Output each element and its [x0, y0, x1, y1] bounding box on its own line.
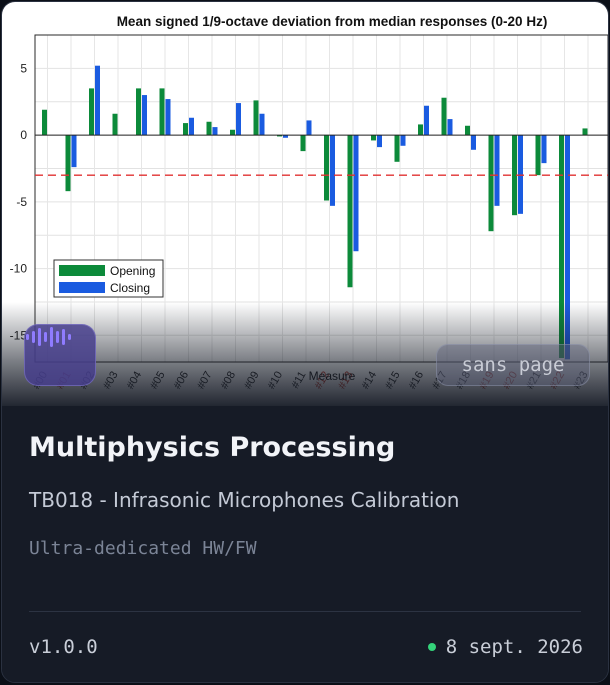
bar-opening-15 — [394, 135, 400, 162]
bar-opening-05 — [159, 88, 165, 136]
chart-legend: Opening Closing — [53, 259, 164, 298]
page-status-badge: sans page — [436, 344, 590, 386]
legend-label-closing: Closing — [110, 281, 150, 295]
bar-opening-01 — [65, 135, 71, 192]
bar-closing-19 — [494, 135, 500, 206]
legend-swatch-opening — [59, 265, 105, 276]
y-tick-label: 5 — [20, 61, 27, 75]
x-tick-label: #11 — [289, 370, 308, 391]
version-label: v1.0.0 — [29, 636, 98, 658]
x-tick-label: #07 — [195, 370, 215, 392]
x-tick-label: #16 — [407, 370, 427, 392]
x-tick-label: #09 — [242, 370, 262, 392]
x-tick-label: #03 — [101, 370, 121, 392]
audio-waveform-icon — [24, 324, 96, 386]
bar-closing-15 — [400, 135, 406, 146]
bar-closing-18 — [471, 135, 476, 150]
y-tick-label: -10 — [10, 262, 28, 276]
legend-label-opening: Opening — [110, 264, 155, 278]
card-body: Multiphysics Processing TB018 - Infrason… — [2, 406, 608, 682]
bar-closing-22 — [565, 135, 570, 360]
x-tick-label: #10 — [266, 370, 286, 392]
bar-closing-02 — [95, 65, 100, 136]
date-label: 8 sept. 2026 — [445, 636, 583, 658]
bar-opening-14 — [371, 135, 376, 141]
y-tick-label: 0 — [20, 128, 27, 142]
x-tick-label: #05 — [148, 370, 168, 392]
bar-closing-06 — [189, 117, 194, 136]
bar-closing-12 — [330, 135, 335, 206]
bar-opening-07 — [206, 121, 212, 136]
card-title[interactable]: Multiphysics Processing — [29, 432, 395, 463]
card-subtitle: TB018 - Infrasonic Microphones Calibrati… — [29, 488, 460, 512]
bar-closing-11 — [306, 120, 312, 136]
bar-closing-14 — [377, 135, 382, 148]
date-row: 8 sept. 2026 — [427, 636, 583, 658]
card-description: Ultra-dedicated HW/FW — [29, 538, 257, 559]
bar-opening-17 — [441, 97, 447, 136]
x-tick-label: #08 — [219, 370, 239, 392]
chart-bars — [42, 65, 588, 360]
y-tick-labels: 50-5-10-15 — [10, 61, 28, 342]
bar-opening-11 — [300, 135, 306, 152]
x-tick-label: #04 — [125, 370, 145, 392]
bar-closing-21 — [541, 135, 547, 164]
y-tick-label: -5 — [16, 195, 27, 209]
bar-opening-04 — [136, 88, 141, 136]
bar-closing-08 — [236, 103, 241, 136]
bar-opening-22 — [559, 135, 564, 358]
bar-opening-21 — [535, 135, 541, 176]
bar-opening-08 — [230, 129, 235, 136]
bar-opening-16 — [418, 124, 423, 136]
chart-title: Mean signed 1/9-octave deviation from me… — [117, 14, 548, 29]
bar-closing-17 — [447, 119, 453, 136]
bar-opening-00 — [42, 109, 47, 136]
bar-closing-09 — [259, 113, 265, 136]
bar-opening-12 — [324, 135, 329, 201]
x-axis-label: Measure — [309, 369, 356, 383]
bar-opening-13 — [347, 135, 353, 288]
bar-opening-18 — [465, 125, 470, 136]
bar-opening-03 — [112, 113, 118, 136]
bar-opening-19 — [488, 135, 494, 232]
bar-opening-23 — [582, 128, 588, 136]
bar-opening-06 — [183, 123, 188, 136]
bar-closing-05 — [165, 99, 171, 136]
bar-closing-13 — [353, 135, 359, 252]
x-tick-label: #15 — [383, 370, 403, 392]
legend-swatch-closing — [59, 282, 105, 293]
x-tick-label: #14 — [360, 370, 380, 392]
status-dot-icon — [427, 643, 436, 651]
chart-preview: 50-5-10-15 #00#01#02#03#04#05#06#07#08#0… — [2, 2, 608, 406]
bar-opening-02 — [89, 88, 94, 136]
card-divider — [29, 611, 581, 612]
bar-closing-16 — [424, 105, 429, 136]
bar-opening-09 — [253, 100, 259, 136]
project-card[interactable]: 50-5-10-15 #00#01#02#03#04#05#06#07#08#0… — [1, 1, 609, 683]
bar-closing-01 — [71, 135, 77, 168]
bar-closing-04 — [142, 95, 147, 136]
bar-closing-07 — [212, 127, 218, 136]
x-tick-label: #06 — [172, 370, 192, 392]
